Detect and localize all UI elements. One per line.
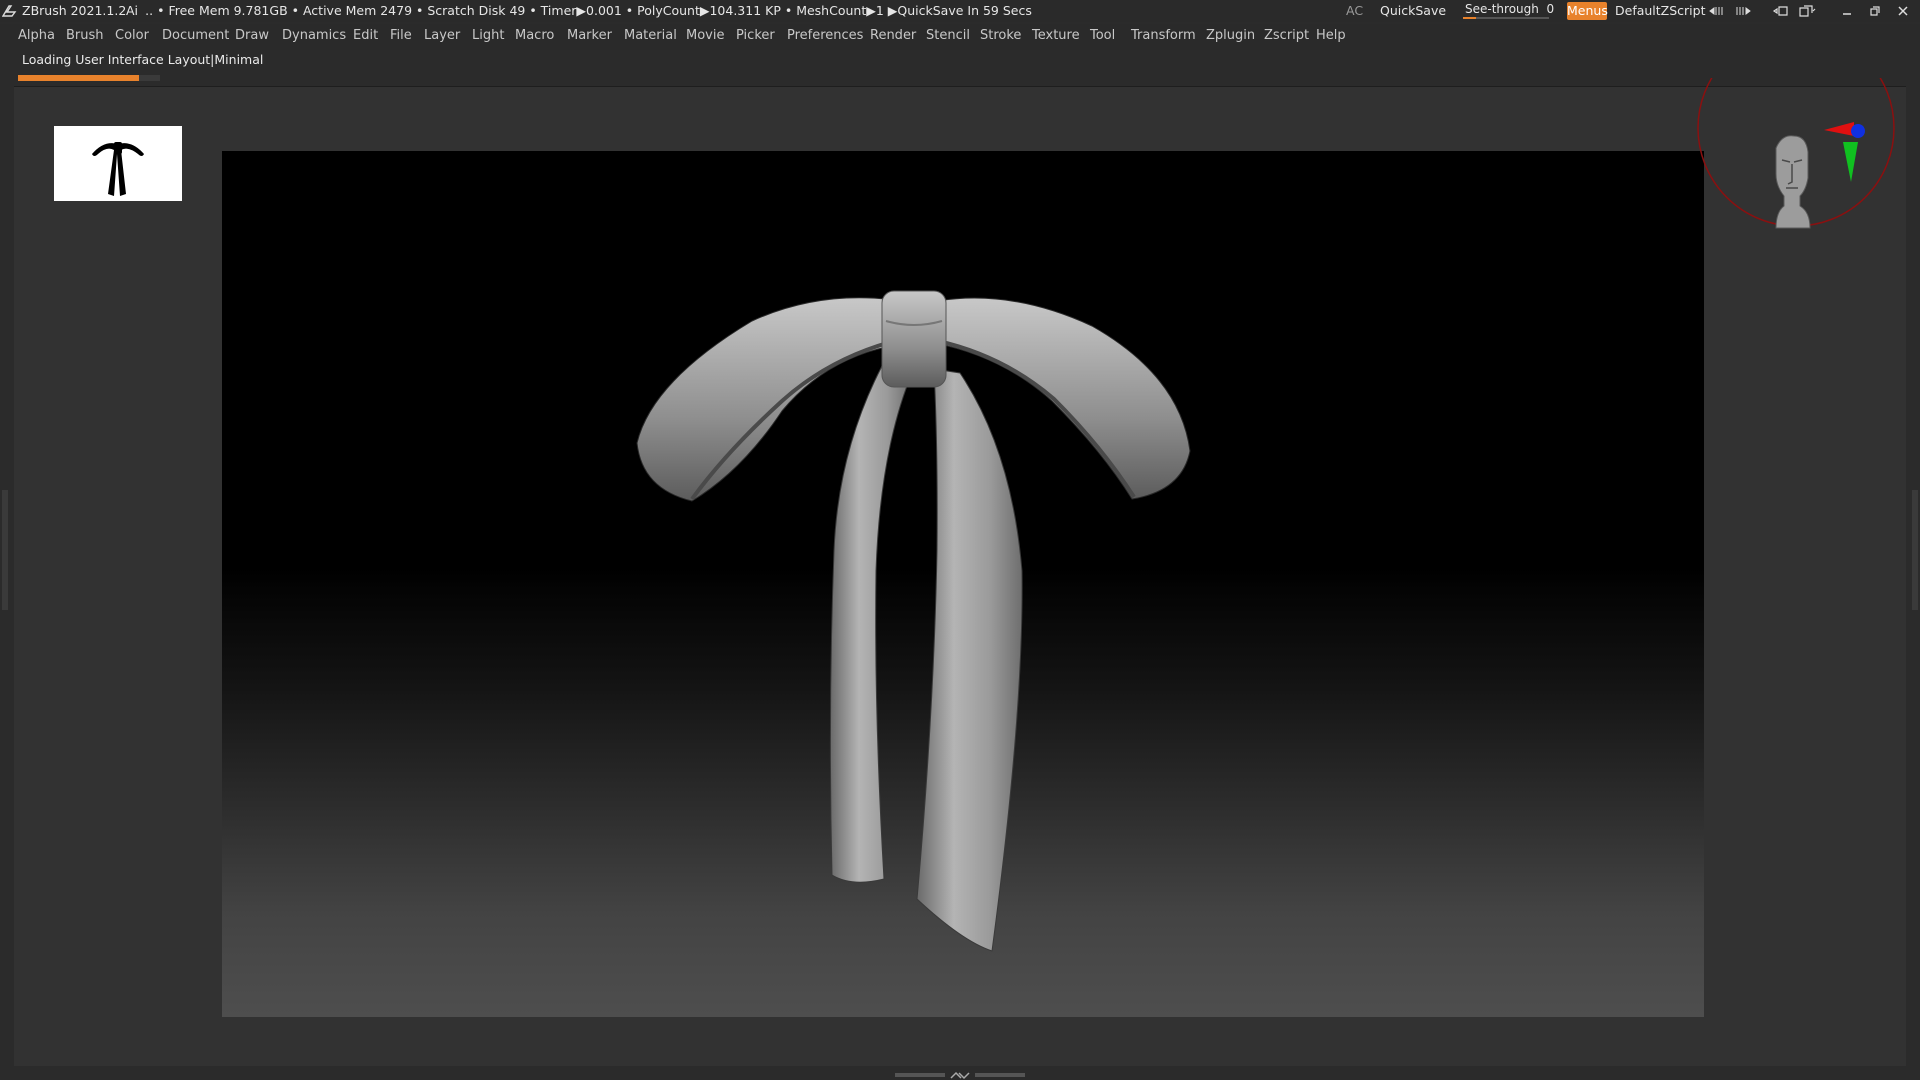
see-through-label: See-through 0 — [1465, 2, 1555, 16]
close-icon[interactable] — [1894, 3, 1912, 19]
menu-render[interactable]: Render — [870, 28, 916, 43]
loading-notice: Loading User Interface Layout|Minimal — [22, 52, 264, 67]
menu-brush[interactable]: Brush — [66, 28, 104, 43]
menu-stroke[interactable]: Stroke — [980, 28, 1021, 43]
right-tray-handle[interactable] — [1912, 490, 1918, 610]
loading-progress-bar — [18, 75, 160, 81]
ai-menu[interactable]: Ai — [126, 3, 138, 18]
menu-texture[interactable]: Texture — [1032, 28, 1080, 43]
menu-edit[interactable]: Edit — [353, 28, 378, 43]
menu-preferences[interactable]: Preferences — [787, 28, 863, 43]
menu-light[interactable]: Light — [472, 28, 504, 43]
bottom-tray-handle[interactable] — [895, 1070, 1025, 1080]
maximize-icon[interactable] — [1866, 3, 1884, 19]
app-title: ZBrush 2021.1.2 — [22, 3, 127, 18]
menu-picker[interactable]: Picker — [736, 28, 775, 43]
menu-zscript[interactable]: Zscript — [1264, 28, 1309, 43]
menu-marker[interactable]: Marker — [567, 28, 612, 43]
navigation-head-icon — [1775, 135, 1811, 229]
title-bar: ZBrush 2021.1.2 Ai ․. • Free Mem 9.781GB… — [0, 0, 1920, 22]
menu-movie[interactable]: Movie — [686, 28, 724, 43]
loading-progress-fill — [18, 75, 139, 81]
document-canvas[interactable] — [222, 151, 1704, 1017]
gizmo-x-axis[interactable] — [1824, 122, 1854, 136]
gizmo-z-axis[interactable] — [1851, 124, 1865, 138]
menu-transform[interactable]: Transform — [1131, 28, 1196, 43]
menu-help[interactable]: Help — [1316, 28, 1346, 43]
bow-thumbnail-icon — [92, 142, 144, 196]
zbrush-logo-icon — [2, 5, 17, 17]
quicksave-button[interactable]: QuickSave — [1380, 3, 1446, 18]
bottom-handle-bar-right — [975, 1073, 1025, 1077]
layout-swap-icon[interactable] — [1772, 3, 1790, 19]
left-tray-handle[interactable] — [2, 490, 8, 610]
bow-mesh — [636, 290, 1191, 952]
menu-file[interactable]: File — [390, 28, 412, 43]
menu-color[interactable]: Color — [115, 28, 149, 43]
tool-thumbnail[interactable] — [54, 126, 182, 201]
see-through-fill — [1463, 17, 1476, 19]
gizmo-y-axis[interactable] — [1843, 142, 1858, 182]
layout-right-icon[interactable] — [1734, 3, 1752, 19]
layout-panels-icon[interactable] — [1798, 3, 1816, 19]
bottom-handle-bar-left — [895, 1073, 945, 1077]
ac-toggle[interactable]: AC — [1346, 3, 1363, 18]
layout-left-icon[interactable] — [1708, 3, 1726, 19]
main-menu-bar: Alpha Brush Color Document Draw Dynamics… — [0, 24, 1920, 50]
see-through-slider[interactable]: See-through 0 — [1461, 0, 1555, 22]
see-through-track — [1463, 17, 1549, 19]
chevron-updown-icon — [950, 1071, 970, 1080]
default-zscript-button[interactable]: DefaultZScript — [1615, 3, 1706, 18]
minimize-icon[interactable] — [1838, 3, 1856, 19]
menu-zplugin[interactable]: Zplugin — [1206, 28, 1255, 43]
menu-layer[interactable]: Layer — [424, 28, 460, 43]
menu-stencil[interactable]: Stencil — [926, 28, 970, 43]
menu-material[interactable]: Material — [624, 28, 677, 43]
menu-tool[interactable]: Tool — [1090, 28, 1115, 43]
status-stats: ․. • Free Mem 9.781GB • Active Mem 2479 … — [145, 3, 1032, 18]
menus-toggle-button[interactable]: Menus — [1567, 2, 1608, 20]
navigation-gizmo[interactable] — [1668, 29, 1898, 258]
menu-draw[interactable]: Draw — [235, 28, 269, 43]
menu-document[interactable]: Document — [162, 28, 229, 43]
menu-macro[interactable]: Macro — [515, 28, 554, 43]
menu-alpha[interactable]: Alpha — [18, 28, 55, 43]
menu-dynamics[interactable]: Dynamics — [282, 28, 346, 43]
see-through-value: 0 — [1546, 2, 1555, 16]
